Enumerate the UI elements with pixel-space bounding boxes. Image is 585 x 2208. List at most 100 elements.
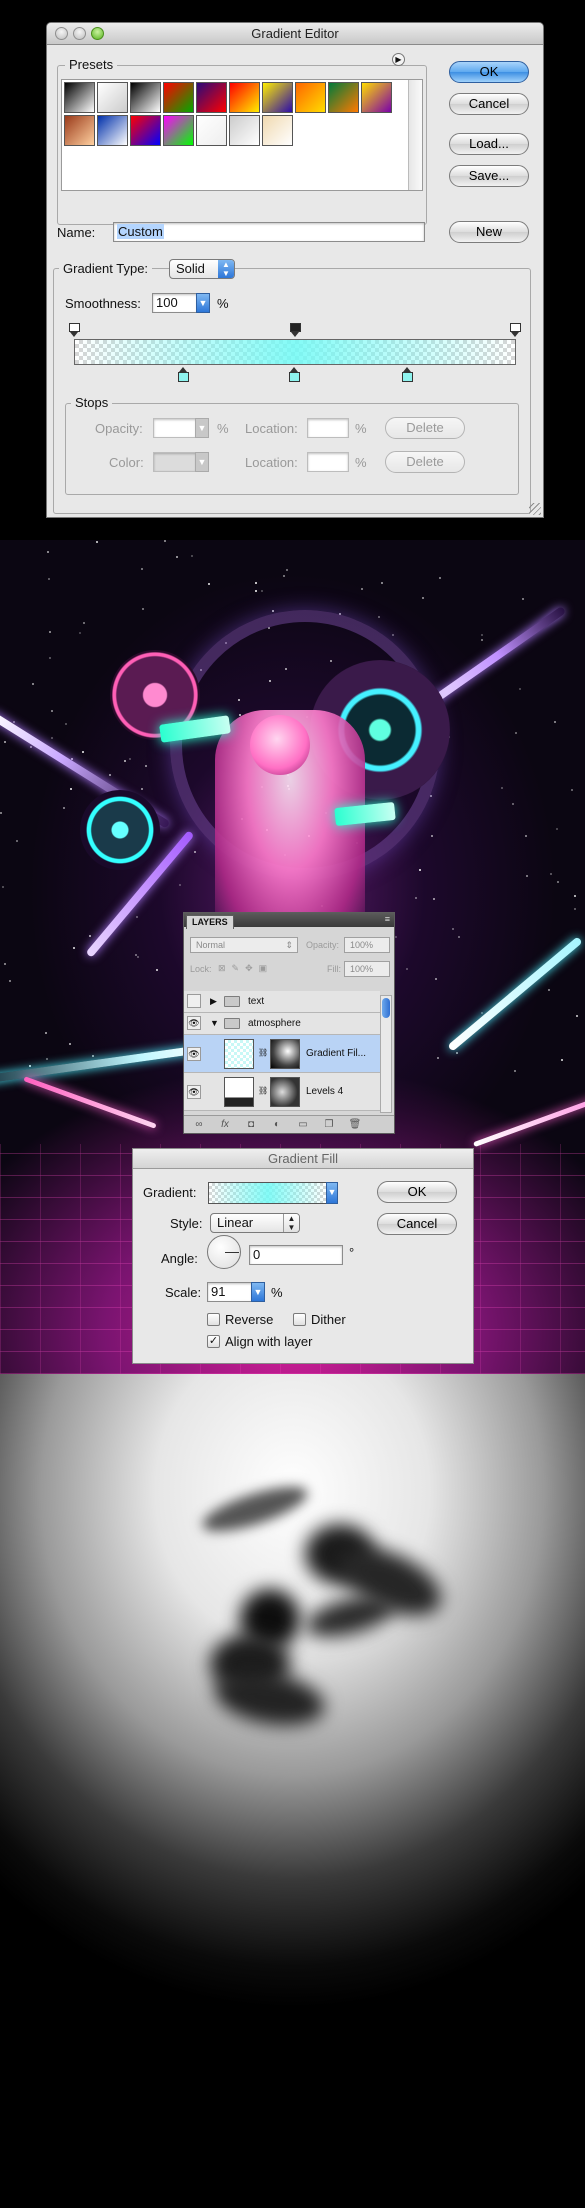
color-location-field[interactable] <box>307 452 349 472</box>
layers-scrollbar[interactable] <box>380 995 392 1113</box>
preset-swatch[interactable] <box>130 115 161 146</box>
opacity-stop-right[interactable] <box>510 323 521 337</box>
scale-dropdown-icon[interactable]: ▼ <box>251 1282 265 1302</box>
stop-opacity-field[interactable] <box>153 418 197 438</box>
blend-mode-select[interactable]: Normal ⇕ <box>190 937 298 953</box>
eye-icon[interactable]: 👁 <box>187 1085 201 1099</box>
layers-tab[interactable]: LAYERS <box>186 915 234 929</box>
cancel-button[interactable]: Cancel <box>449 93 529 115</box>
load-button[interactable]: Load... <box>449 133 529 155</box>
gradient-preview-bar[interactable] <box>74 339 516 365</box>
link-layers-icon[interactable]: ∞ <box>192 1118 206 1131</box>
delete-color-stop-button[interactable]: Delete <box>385 451 465 473</box>
save-button[interactable]: Save... <box>449 165 529 187</box>
color-stop-right[interactable] <box>402 367 413 382</box>
layer-row-text[interactable]: ▶ text <box>184 991 380 1013</box>
gradient-type-select[interactable]: Solid ▲ ▼ <box>169 259 235 279</box>
new-group-icon[interactable]: ▭ <box>296 1118 310 1131</box>
style-select[interactable]: Linear ▲ ▼ <box>210 1213 300 1233</box>
star <box>272 610 274 612</box>
star <box>283 575 285 577</box>
scroll-thumb[interactable] <box>382 998 390 1018</box>
layer-row-gradient-fill[interactable]: 👁 ⛓ Gradient Fil... <box>184 1035 380 1073</box>
stop-color-swatch[interactable] <box>153 452 197 472</box>
layer-row-atmosphere[interactable]: 👁 ▼ atmosphere <box>184 1013 380 1035</box>
fill-field[interactable]: 100% <box>344 961 390 977</box>
stop-opacity-dropdown-icon[interactable]: ▼ <box>195 418 209 438</box>
presets-scrollbar[interactable] <box>408 80 422 190</box>
smoothness-value: 100 <box>156 295 178 310</box>
star <box>415 897 417 899</box>
preset-swatch[interactable] <box>262 115 293 146</box>
reverse-checkbox[interactable] <box>207 1313 220 1326</box>
fx-icon[interactable]: fx <box>218 1118 232 1131</box>
preset-swatch[interactable] <box>64 82 95 113</box>
cancel-button[interactable]: Cancel <box>377 1213 457 1235</box>
star <box>191 555 193 557</box>
presets-swatch-area <box>61 79 423 191</box>
zoom-window-button[interactable] <box>91 27 104 40</box>
speaker-left-cyan <box>80 790 160 870</box>
align-with-layer-checkbox[interactable]: ✓ <box>207 1335 220 1348</box>
add-mask-icon[interactable]: ◘ <box>244 1118 258 1131</box>
adjustment-layer-icon[interactable]: ◐ <box>270 1118 284 1131</box>
dither-checkbox[interactable] <box>293 1313 306 1326</box>
eye-icon[interactable]: 👁 <box>187 1016 201 1030</box>
preset-swatch[interactable] <box>196 82 227 113</box>
color-stop-mid[interactable] <box>289 367 300 382</box>
star <box>137 956 139 958</box>
star <box>381 582 383 584</box>
opacity-field[interactable]: 100% <box>344 937 390 953</box>
panel-menu-icon[interactable]: ≡ <box>385 914 390 924</box>
gradient-swatch[interactable] <box>208 1182 328 1204</box>
star <box>481 1012 483 1014</box>
preset-swatch[interactable] <box>229 115 260 146</box>
smoothness-field[interactable]: 100 <box>152 293 198 313</box>
reverse-label: Reverse <box>225 1312 274 1327</box>
resize-grip-icon[interactable] <box>529 503 541 515</box>
color-stop-left[interactable] <box>178 367 189 382</box>
eye-icon[interactable]: 👁 <box>187 1047 201 1061</box>
preset-swatch[interactable] <box>97 82 128 113</box>
new-button[interactable]: New <box>449 221 529 243</box>
lock-icons[interactable]: ⊠✎✥▣ <box>218 963 273 974</box>
preset-swatch[interactable] <box>130 82 161 113</box>
preset-swatch[interactable] <box>196 115 227 146</box>
chain-link-icon[interactable]: ⛓ <box>258 1086 268 1095</box>
smoothness-dropdown-icon[interactable]: ▼ <box>196 293 210 313</box>
preset-swatch[interactable] <box>262 82 293 113</box>
new-layer-icon[interactable]: ❐ <box>322 1118 336 1131</box>
stop-color-dropdown-icon[interactable]: ▼ <box>195 452 209 472</box>
angle-dial[interactable] <box>207 1235 241 1269</box>
opacity-stop-mid[interactable] <box>290 323 301 337</box>
expand-arrow-icon[interactable]: ▶ <box>210 996 217 1007</box>
ok-button[interactable]: OK <box>449 61 529 83</box>
preset-swatch[interactable] <box>361 82 392 113</box>
preset-swatch[interactable] <box>328 82 359 113</box>
close-window-button[interactable] <box>55 27 68 40</box>
fill-value: 100% <box>350 964 374 974</box>
preset-swatch[interactable] <box>97 115 128 146</box>
angle-field[interactable]: 0 <box>249 1245 343 1265</box>
ok-button[interactable]: OK <box>377 1181 457 1203</box>
chain-link-icon[interactable]: ⛓ <box>258 1048 268 1057</box>
opacity-stop-left[interactable] <box>69 323 80 337</box>
preset-swatch[interactable] <box>229 82 260 113</box>
preset-swatch[interactable] <box>64 115 95 146</box>
minimize-window-button[interactable] <box>73 27 86 40</box>
name-field[interactable]: Custom <box>113 222 425 242</box>
title-bar[interactable]: Gradient Editor <box>47 23 543 45</box>
collapse-arrow-icon[interactable]: ▼ <box>210 1018 219 1028</box>
gradient-dropdown-icon[interactable]: ▼ <box>326 1182 338 1204</box>
delete-opacity-stop-button[interactable]: Delete <box>385 417 465 439</box>
preset-swatch[interactable] <box>163 115 194 146</box>
presets-menu-icon[interactable]: ▶ <box>392 53 405 66</box>
opacity-location-field[interactable] <box>307 418 349 438</box>
layer-row-levels[interactable]: 👁 ⛓ Levels 4 <box>184 1073 380 1111</box>
preset-swatch[interactable] <box>163 82 194 113</box>
visibility-toggle-off[interactable] <box>187 994 201 1008</box>
trash-icon[interactable]: 🗑 <box>348 1118 362 1131</box>
scale-field[interactable]: 91 <box>207 1282 253 1302</box>
preset-swatch[interactable] <box>295 82 326 113</box>
layers-panel: LAYERS ≡ Normal ⇕ Opacity: 100% Lock: ⊠✎✥… <box>183 912 395 1134</box>
